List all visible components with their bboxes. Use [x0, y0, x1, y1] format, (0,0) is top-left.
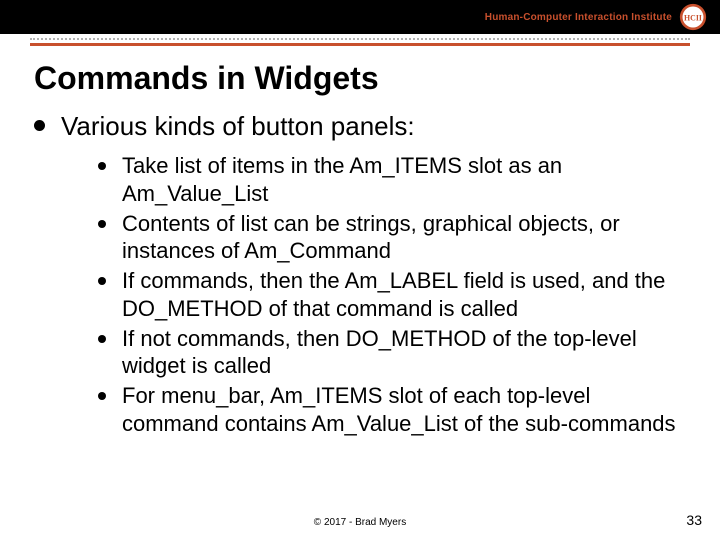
svg-text:HCII: HCII	[684, 14, 702, 23]
bullet-level2: If not commands, then DO_METHOD of the t…	[98, 325, 690, 380]
bullet-dot-icon	[98, 277, 106, 285]
divider-orange	[30, 43, 690, 46]
page-number: 33	[686, 512, 702, 528]
bullet-dot-icon	[98, 392, 106, 400]
hcii-logo-icon: HCII	[678, 2, 708, 32]
slide-content: Various kinds of button panels: Take lis…	[0, 111, 720, 437]
footer-copyright: © 2017 - Brad Myers	[314, 517, 406, 528]
bullet-level2: For menu_bar, Am_ITEMS slot of each top-…	[98, 382, 690, 437]
bullet-dot-icon	[98, 220, 106, 228]
bullet-level2: Take list of items in the Am_ITEMS slot …	[98, 152, 690, 207]
institute-label: Human-Computer Interaction Institute	[485, 12, 672, 23]
slide-title: Commands in Widgets	[34, 60, 720, 97]
header-bar: Human-Computer Interaction Institute HCI…	[0, 0, 720, 34]
level2-text: If commands, then the Am_LABEL field is …	[122, 267, 690, 322]
bullet-dot-icon	[98, 162, 106, 170]
bullet-level1: Various kinds of button panels:	[34, 111, 690, 142]
bullet-dot-icon	[98, 335, 106, 343]
bullet-level2: If commands, then the Am_LABEL field is …	[98, 267, 690, 322]
bullet-dot-icon	[34, 120, 45, 131]
divider-dotted	[30, 38, 690, 40]
bullet-level2: Contents of list can be strings, graphic…	[98, 210, 690, 265]
level2-text: Contents of list can be strings, graphic…	[122, 210, 690, 265]
level2-text: Take list of items in the Am_ITEMS slot …	[122, 152, 690, 207]
level2-text: For menu_bar, Am_ITEMS slot of each top-…	[122, 382, 690, 437]
sub-bullet-list: Take list of items in the Am_ITEMS slot …	[98, 152, 690, 437]
level1-text: Various kinds of button panels:	[61, 111, 415, 142]
level2-text: If not commands, then DO_METHOD of the t…	[122, 325, 690, 380]
